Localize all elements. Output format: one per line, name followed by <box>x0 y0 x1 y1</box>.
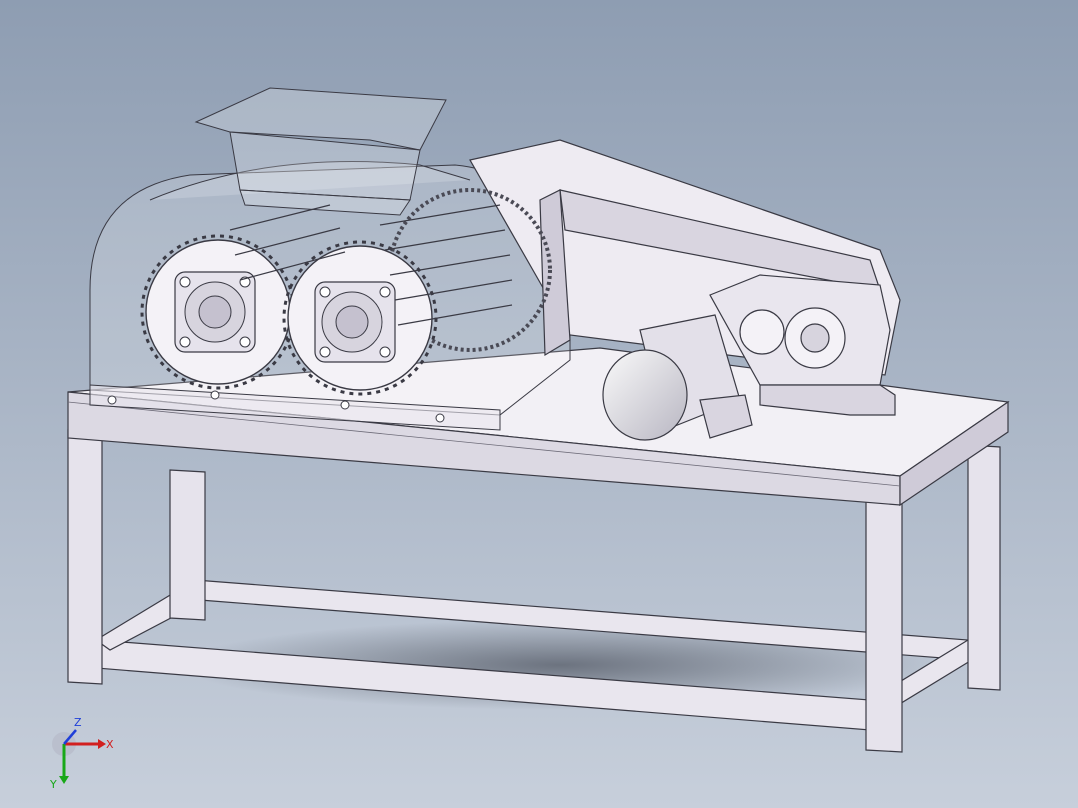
roll-crusher-model[interactable] <box>0 0 1078 808</box>
y-axis-label: Y <box>49 778 57 791</box>
cad-viewport[interactable]: X Y Z <box>0 0 1078 808</box>
z-axis-label: Z <box>74 716 82 729</box>
x-axis-label: X <box>106 738 114 751</box>
axis-triad[interactable]: X Y Z <box>40 712 130 792</box>
x-axis-arrow <box>98 739 106 749</box>
y-axis-arrow <box>59 776 69 784</box>
